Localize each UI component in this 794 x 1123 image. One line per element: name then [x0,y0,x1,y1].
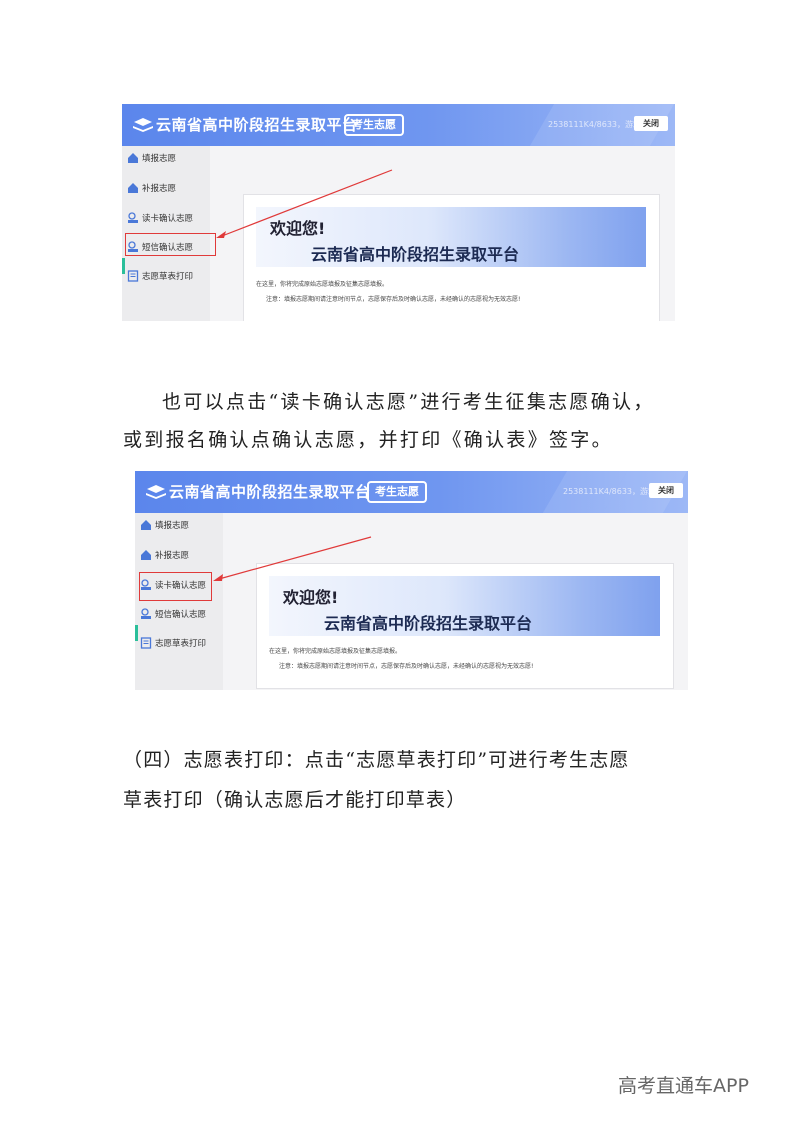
paragraph-2-line-2: 草表打印（确认志愿后才能打印草表） [123,789,467,811]
paragraph-1-line-1: 也可以点击“读卡确认志愿”进行考生征集志愿确认， [162,391,655,413]
watermark: 高考直通车APP [618,1075,749,1097]
paragraph-2-line-1: （四）志愿表打印：点击“志愿草表打印”可进行考生志愿 [123,749,630,771]
red-arrow [213,536,372,581]
red-arrow [216,169,393,238]
screenshot-2: 云南省高中阶段招生录取平台 考生志愿 2538111K4/8633，游欢喜 关闭… [135,471,688,690]
paragraph-1-line-2: 或到报名确认点确认志愿，并打印《确认表》签字。 [123,429,613,451]
screenshot-1: 云南省高中阶段招生录取平台 考生志愿 2538111K4/8633，游欢喜 关闭… [122,104,675,321]
